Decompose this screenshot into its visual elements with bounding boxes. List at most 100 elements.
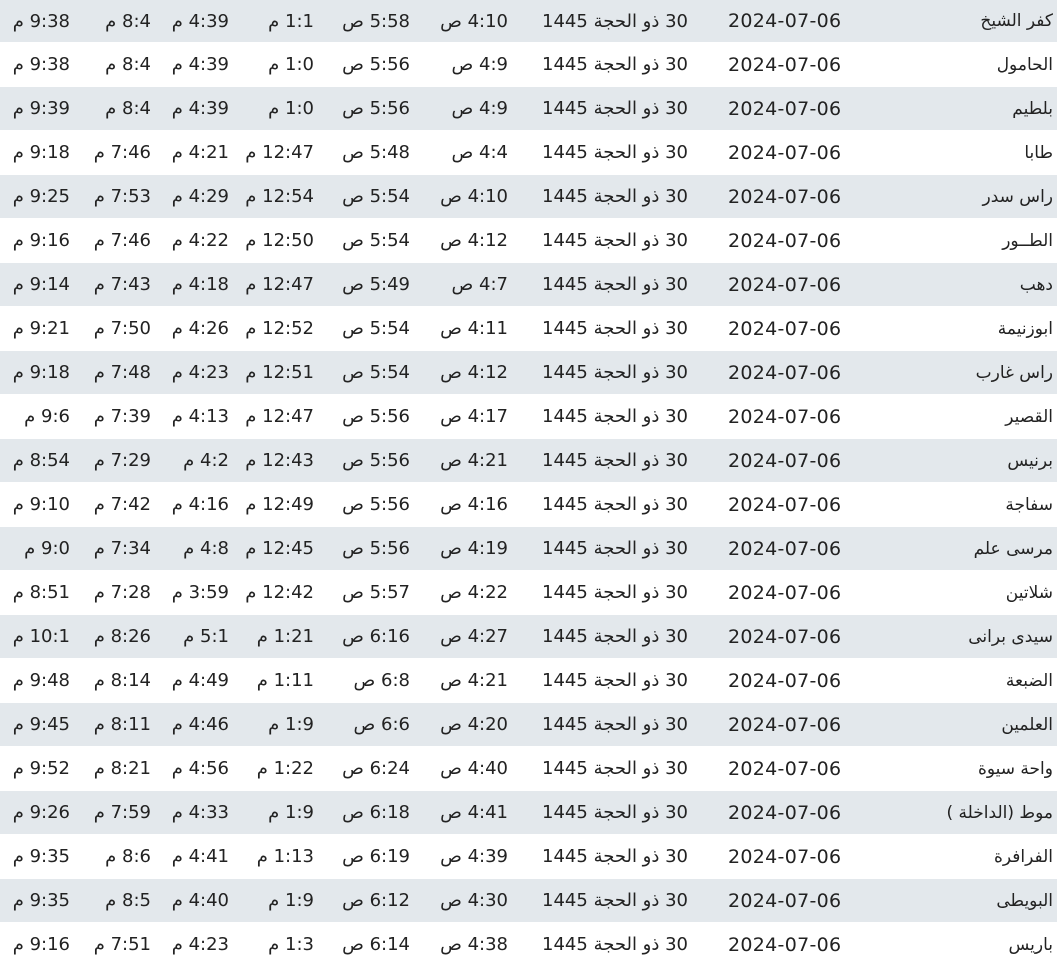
gregorian-date: 2024-07-06 [728, 669, 842, 692]
maghrib-time: 7:48 م [93, 362, 151, 383]
hijri-date: 30 ذو الحجة 1445 [542, 406, 688, 427]
fajr-time: 4:27 ص [440, 626, 508, 647]
isha-time: 9:25 م [12, 186, 70, 207]
table-row: موط (الداخلة ) 2024-07-06 30 ذو الحجة 1445… [0, 791, 1057, 835]
maghrib-time: 7:42 م [93, 494, 151, 515]
dhuhr-time: 1:9 م [268, 802, 314, 823]
maghrib-time: 7:28 م [93, 582, 151, 603]
fajr-time: 4:7 ص [451, 274, 508, 295]
dhuhr-time: 1:9 م [268, 890, 314, 911]
gregorian-date: 2024-07-06 [728, 713, 842, 736]
dhuhr-time: 12:47 م [245, 142, 314, 163]
asr-time: 4:18 م [171, 274, 229, 295]
hijri-date: 30 ذو الحجة 1445 [542, 626, 688, 647]
sunrise-time: 6:12 ص [342, 890, 410, 911]
isha-time: 9:16 م [12, 230, 70, 251]
sunrise-time: 6:24 ص [342, 758, 410, 779]
table-row: راس غارب 2024-07-06 30 ذو الحجة 1445 4:12 ص… [0, 351, 1057, 395]
gregorian-date: 2024-07-06 [728, 801, 842, 824]
sunrise-time: 5:54 ص [342, 318, 410, 339]
asr-time: 4:2 م [183, 450, 229, 471]
gregorian-date: 2024-07-06 [728, 10, 842, 32]
hijri-date: 30 ذو الحجة 1445 [542, 54, 688, 75]
hijri-date: 30 ذو الحجة 1445 [542, 670, 688, 691]
isha-time: 9:14 م [12, 274, 70, 295]
isha-time: 9:10 م [12, 494, 70, 515]
prayer-times-table: كفر الشيخ 2024-07-06 30 ذو الحجة 1445 4:10 … [0, 0, 1057, 967]
maghrib-time: 7:39 م [93, 406, 151, 427]
dhuhr-time: 12:52 م [245, 318, 314, 339]
maghrib-time: 8:21 م [93, 758, 151, 779]
city-name: ابوزنيمة [997, 318, 1053, 339]
fajr-time: 4:9 ص [451, 54, 508, 75]
table-row: كفر الشيخ 2024-07-06 30 ذو الحجة 1445 4:10 … [0, 0, 1057, 43]
table-row: الحامول 2024-07-06 30 ذو الحجة 1445 4:9 ص 5:… [0, 43, 1057, 87]
hijri-date: 30 ذو الحجة 1445 [542, 450, 688, 471]
gregorian-date: 2024-07-06 [728, 757, 842, 780]
maghrib-time: 8:5 م [105, 890, 151, 911]
hijri-date: 30 ذو الحجة 1445 [542, 538, 688, 559]
maghrib-time: 8:11 م [93, 714, 151, 735]
city-name: راس سدر [982, 186, 1053, 207]
dhuhr-time: 12:42 م [245, 582, 314, 603]
table-row: ابوزنيمة 2024-07-06 30 ذو الحجة 1445 4:11 ص… [0, 307, 1057, 351]
maghrib-time: 7:43 م [93, 274, 151, 295]
fajr-time: 4:12 ص [440, 230, 508, 251]
table-row: البويطى 2024-07-06 30 ذو الحجة 1445 4:30 ص 6… [0, 879, 1057, 923]
table-row: الطــور 2024-07-06 30 ذو الحجة 1445 4:12 ص 5… [0, 219, 1057, 263]
isha-time: 8:51 م [12, 582, 70, 603]
sunrise-time: 5:56 ص [342, 406, 410, 427]
gregorian-date: 2024-07-06 [728, 449, 842, 472]
asr-time: 4:40 م [171, 890, 229, 911]
asr-time: 4:46 م [171, 714, 229, 735]
dhuhr-time: 12:51 م [245, 362, 314, 383]
isha-time: 9:52 م [12, 758, 70, 779]
hijri-date: 30 ذو الحجة 1445 [542, 10, 688, 32]
maghrib-time: 7:34 م [93, 538, 151, 559]
city-name: راس غارب [975, 362, 1053, 383]
sunrise-time: 5:48 ص [342, 142, 410, 163]
fajr-time: 4:40 ص [440, 758, 508, 779]
sunrise-time: 6:16 ص [342, 626, 410, 647]
asr-time: 4:56 م [171, 758, 229, 779]
sunrise-time: 6:18 ص [342, 802, 410, 823]
sunrise-time: 5:56 ص [342, 494, 410, 515]
maghrib-time: 7:46 م [93, 142, 151, 163]
city-name: البويطى [996, 890, 1053, 911]
sunrise-time: 5:56 ص [342, 98, 410, 119]
table-row: شلاتين 2024-07-06 30 ذو الحجة 1445 4:22 ص 5:… [0, 571, 1057, 615]
table-row: العلمين 2024-07-06 30 ذو الحجة 1445 4:20 ص 6… [0, 703, 1057, 747]
city-name: الطــور [1002, 230, 1053, 251]
sunrise-time: 5:54 ص [342, 186, 410, 207]
hijri-date: 30 ذو الحجة 1445 [542, 274, 688, 295]
isha-time: 9:38 م [12, 54, 70, 75]
city-name: سيدى برانى [968, 626, 1053, 647]
dhuhr-time: 1:0 م [268, 98, 314, 119]
gregorian-date: 2024-07-06 [728, 229, 842, 252]
fajr-time: 4:30 ص [440, 890, 508, 911]
maghrib-time: 8:26 م [93, 626, 151, 647]
gregorian-date: 2024-07-06 [728, 845, 842, 868]
maghrib-time: 7:53 م [93, 186, 151, 207]
table-row: سفاجة 2024-07-06 30 ذو الحجة 1445 4:16 ص 5:5… [0, 483, 1057, 527]
fajr-time: 4:19 ص [440, 538, 508, 559]
asr-time: 4:8 م [183, 538, 229, 559]
city-name: واحة سيوة [977, 758, 1053, 779]
dhuhr-time: 12:47 م [245, 274, 314, 295]
table-row: واحة سيوة 2024-07-06 30 ذو الحجة 1445 4:40 … [0, 747, 1057, 791]
city-name: الفرافرة [993, 846, 1053, 867]
sunrise-time: 5:54 ص [342, 230, 410, 251]
asr-time: 4:22 م [171, 230, 229, 251]
fajr-time: 4:16 ص [440, 494, 508, 515]
asr-time: 4:29 م [171, 186, 229, 207]
table-row: سيدى برانى 2024-07-06 30 ذو الحجة 1445 4:27… [0, 615, 1057, 659]
hijri-date: 30 ذو الحجة 1445 [542, 802, 688, 823]
gregorian-date: 2024-07-06 [728, 141, 842, 164]
asr-time: 4:39 م [171, 54, 229, 75]
isha-time: 9:38 م [12, 10, 70, 32]
gregorian-date: 2024-07-06 [728, 581, 842, 604]
gregorian-date: 2024-07-06 [728, 53, 842, 76]
sunrise-time: 6:6 ص [353, 714, 410, 735]
dhuhr-time: 12:49 م [245, 494, 314, 515]
fajr-time: 4:22 ص [440, 582, 508, 603]
